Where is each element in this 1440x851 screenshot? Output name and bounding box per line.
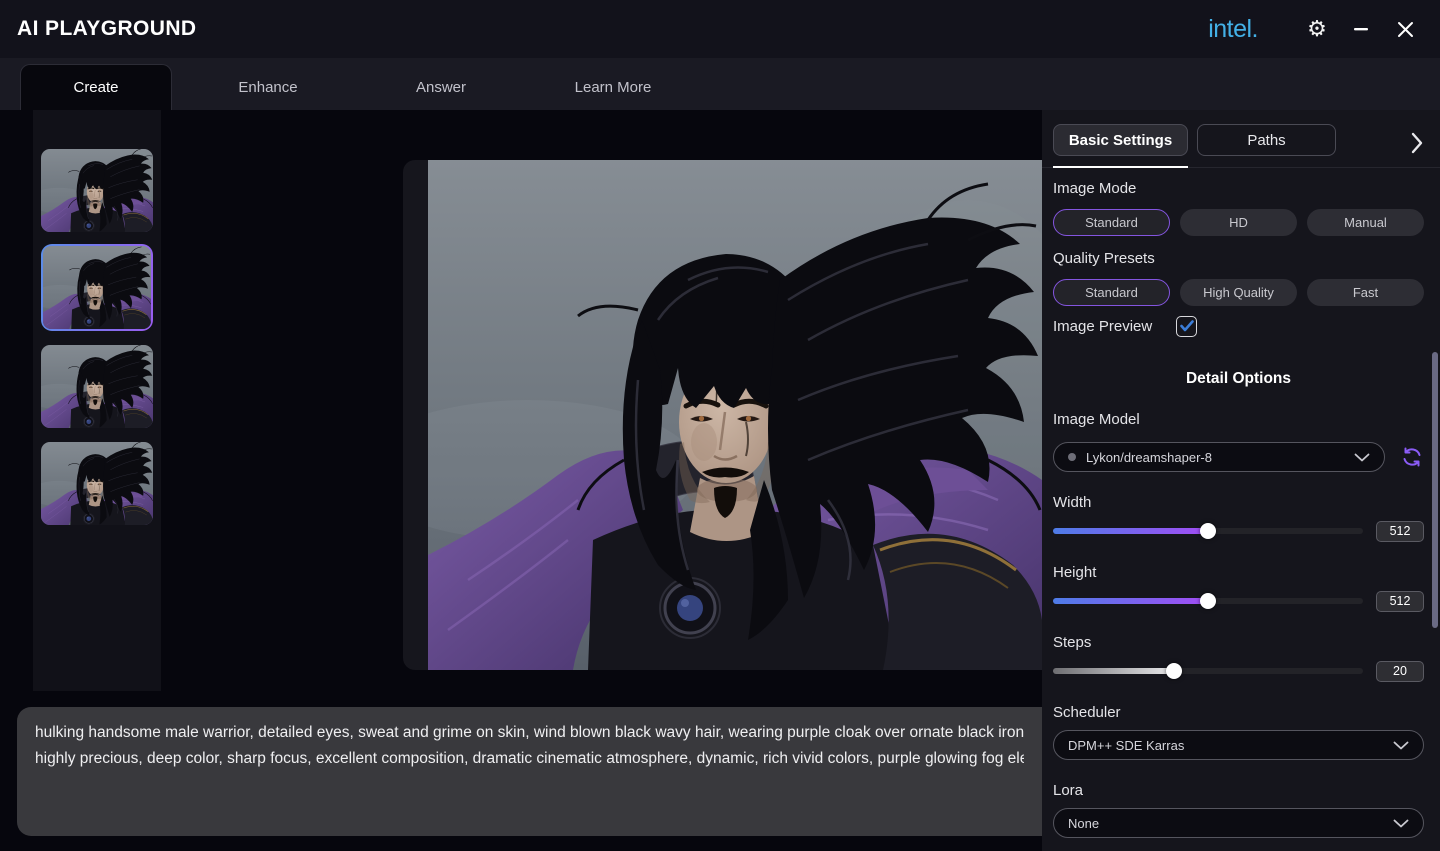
width-value[interactable]: 512 [1376,521,1424,542]
width-slider-fill [1053,528,1208,534]
chevron-right-icon [1410,132,1424,154]
thumbnail-4[interactable] [41,442,153,525]
app-title: AI PLAYGROUND [17,17,196,41]
settings-tabs: Basic Settings Paths [1053,124,1424,156]
tab-paths[interactable]: Paths [1197,124,1336,156]
height-slider-row: 512 [1053,590,1424,612]
intel-logo: intel. [1208,15,1258,44]
height-slider[interactable] [1053,598,1363,604]
titlebar: AI PLAYGROUND intel. ⚙ [0,0,1440,58]
app-window: AI PLAYGROUND intel. ⚙ Create Enhance An… [0,0,1440,851]
image-model-value: Lykon/dreamshaper-8 [1086,450,1346,465]
lora-value: None [1068,816,1385,831]
refresh-icon [1401,446,1423,468]
width-slider-thumb[interactable] [1200,523,1216,539]
settings-gear-button[interactable]: ⚙ [1302,14,1332,44]
gear-icon: ⚙ [1307,18,1327,40]
generated-image [428,160,1042,670]
steps-value[interactable]: 20 [1376,661,1424,682]
quality-presets-label: Quality Presets [1053,250,1424,268]
image-stage [403,160,1042,670]
thumbnail-gallery [33,110,161,691]
active-tab-underline [1053,166,1188,168]
image-preview-checkbox[interactable] [1176,316,1197,337]
tab-answer[interactable]: Answer [371,64,511,110]
scheduler-value: DPM++ SDE Karras [1068,738,1385,753]
tab-enhance[interactable]: Enhance [198,64,338,110]
image-mode-label: Image Mode [1053,180,1424,198]
width-label: Width [1053,494,1424,512]
width-slider[interactable] [1053,528,1363,534]
chevron-down-icon [1393,819,1409,828]
steps-slider-fill [1053,668,1174,674]
steps-slider-thumb[interactable] [1166,663,1182,679]
model-status-dot-icon [1068,453,1076,461]
height-slider-fill [1053,598,1208,604]
scheduler-label: Scheduler [1053,704,1424,722]
close-icon [1397,21,1414,38]
scheduler-dropdown[interactable]: DPM++ SDE Karras [1053,730,1424,760]
steps-slider[interactable] [1053,668,1363,674]
image-mode-hd[interactable]: HD [1180,209,1297,236]
check-icon [1180,320,1194,332]
image-preview-row: Image Preview [1053,315,1424,337]
height-label: Height [1053,564,1424,582]
image-mode-standard[interactable]: Standard [1053,209,1170,236]
prompt-text-line1: hulking handsome male warrior, detailed … [35,720,1024,746]
image-model-dropdown[interactable]: Lykon/dreamshaper-8 [1053,442,1385,472]
thumbnail-2-image [43,246,151,329]
titlebar-controls: intel. ⚙ [1208,14,1420,44]
minimize-button[interactable] [1346,14,1376,44]
quality-fast[interactable]: Fast [1307,279,1424,306]
image-mode-manual[interactable]: Manual [1307,209,1424,236]
image-mode-options: Standard HD Manual [1053,209,1424,236]
height-slider-thumb[interactable] [1200,593,1216,609]
settings-panel: Basic Settings Paths Image Mode Standard… [1042,110,1440,851]
quality-standard[interactable]: Standard [1053,279,1170,306]
tab-basic-settings[interactable]: Basic Settings [1053,124,1188,156]
scheduler-row: DPM++ SDE Karras [1053,730,1424,760]
quality-presets-options: Standard High Quality Fast [1053,279,1424,306]
chevron-down-icon [1354,453,1370,462]
steps-slider-row: 20 [1053,660,1424,682]
lora-dropdown[interactable]: None [1053,808,1424,838]
thumbnail-3[interactable] [41,345,153,428]
chevron-down-icon [1393,741,1409,750]
height-value[interactable]: 512 [1376,591,1424,612]
main-nav: Create Enhance Answer Learn More [0,58,1440,110]
minimize-icon [1353,21,1369,37]
image-preview-label: Image Preview [1053,318,1152,335]
steps-label: Steps [1053,634,1424,652]
lora-label: Lora [1053,782,1424,800]
panel-scrollbar[interactable] [1432,352,1438,628]
thumbnail-2-selected[interactable] [41,244,153,331]
image-model-label: Image Model [1053,411,1424,429]
thumbnail-1[interactable] [41,149,153,232]
image-model-row: Lykon/dreamshaper-8 [1053,442,1424,472]
detail-options-title: Detail Options [1053,369,1424,388]
tab-learn-more[interactable]: Learn More [543,64,683,110]
prompt-input[interactable]: hulking handsome male warrior, detailed … [17,707,1042,836]
close-button[interactable] [1390,14,1420,44]
refresh-models-button[interactable] [1400,445,1424,469]
prompt-text-line2: highly precious, deep color, sharp focus… [35,746,1024,772]
lora-row: None [1053,808,1424,838]
quality-high[interactable]: High Quality [1180,279,1297,306]
tab-create[interactable]: Create [20,64,172,110]
width-slider-row: 512 [1053,520,1424,542]
panel-collapse-button[interactable] [1410,132,1424,159]
